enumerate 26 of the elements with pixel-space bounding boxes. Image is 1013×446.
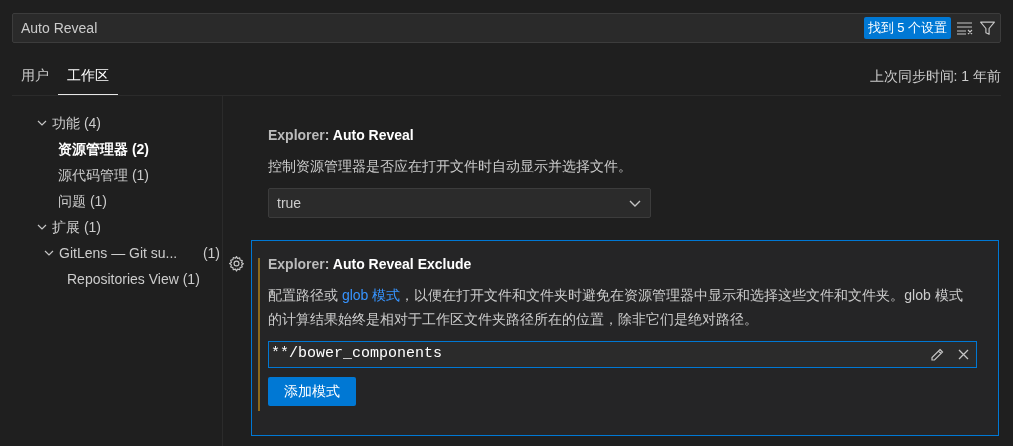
tab[interactable]: 用户 (12, 57, 58, 95)
clear-filter-icon[interactable] (956, 20, 974, 36)
toc-item[interactable]: 源代码管理 (1) (43, 164, 149, 186)
toc-item[interactable]: GitLens — Git su... (59, 242, 178, 264)
setting-title: Explorer: Auto Reveal Exclude (268, 255, 473, 274)
sync-status: 上次同步时间: 1 年前 (869, 66, 1001, 86)
search-field[interactable]: Auto Reveal 找到 5 个设置 (12, 13, 1001, 43)
toc-item[interactable]: 问题 (1) (43, 190, 107, 212)
gear-icon[interactable] (228, 255, 245, 272)
value-dropdown[interactable]: true (268, 188, 651, 218)
list-item[interactable]: **/bower_components (268, 341, 977, 368)
results-badge: 找到 5 个设置 (863, 17, 951, 39)
tab[interactable]: 工作区 (58, 57, 118, 95)
glob-link[interactable]: glob 模式 (341, 287, 401, 303)
close-icon[interactable] (957, 348, 970, 361)
add-pattern-button[interactable]: 添加模式 (268, 377, 356, 406)
setting-description: 控制资源管理器是否应在打开文件时自动显示并选择文件。 (268, 157, 633, 176)
toc-item[interactable]: Repositories View (1) (67, 268, 200, 290)
toc-item[interactable]: 功能 (4) (52, 112, 101, 134)
pencil-icon[interactable] (929, 346, 945, 363)
filter-icon[interactable] (979, 19, 996, 37)
setting-title: Explorer: Auto Reveal (268, 126, 415, 145)
toc-item[interactable]: 资源管理器 (2) (43, 138, 149, 160)
toc-count: (1) (202, 243, 220, 263)
toc-item[interactable]: 扩展 (1) (52, 216, 101, 238)
setting-description: 配置路径或 glob 模式，以便在打开文件和文件夹时避免在资源管理器中显示和选择这些文件和文件夹。glob 模式的计算结果始终是相对于工作区文件夹路径所在的位置，除非它们是绝对路径。 (268, 286, 964, 329)
